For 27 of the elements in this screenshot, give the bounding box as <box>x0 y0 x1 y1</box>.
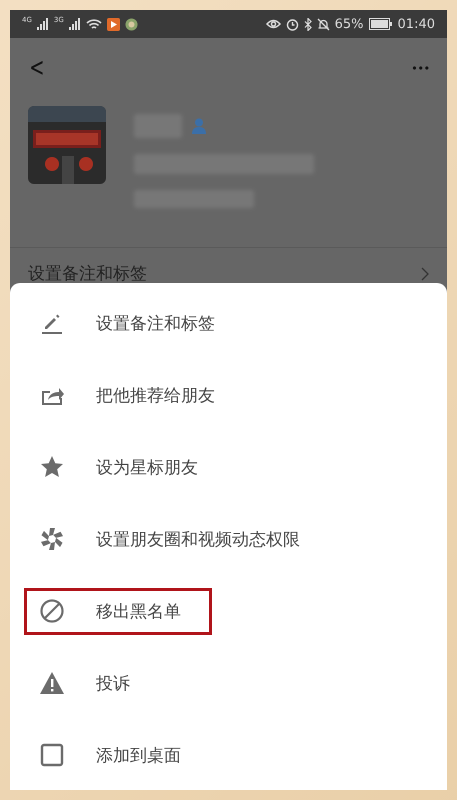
menu-item[interactable]: 设置备注和标签 <box>10 287 447 359</box>
aperture-icon <box>40 527 64 551</box>
menu-item[interactable]: 移出黑名单 <box>10 575 447 647</box>
mute-icon <box>316 18 330 30</box>
menu-item[interactable]: 添加到桌面 <box>10 719 447 790</box>
menu-item[interactable]: 把他推荐给朋友 <box>10 359 447 431</box>
menu-row-label: 设置备注和标签 <box>28 263 147 285</box>
chevron-right-icon <box>421 266 429 280</box>
signal-icon <box>68 18 81 30</box>
person-icon <box>192 118 206 134</box>
bluetooth-icon <box>304 18 312 30</box>
prohibited-icon <box>40 599 64 623</box>
menu-item[interactable]: 投诉 <box>10 647 447 719</box>
app-icon <box>124 18 138 30</box>
square-icon <box>40 743 64 767</box>
battery-percent: 65% <box>334 16 364 32</box>
clock: 01:40 <box>398 16 435 32</box>
menu-item[interactable]: 设置朋友圈和视频动态权限 <box>10 503 447 575</box>
signal-icon <box>36 18 49 30</box>
battery-icon <box>368 18 393 30</box>
alarm-icon <box>286 18 299 30</box>
warning-icon <box>40 671 64 695</box>
app-icon <box>106 18 120 30</box>
menu-item[interactable]: 设为星标朋友 <box>10 431 447 503</box>
wifi-icon <box>86 18 102 30</box>
eye-icon <box>266 18 281 30</box>
star-icon <box>40 455 64 479</box>
